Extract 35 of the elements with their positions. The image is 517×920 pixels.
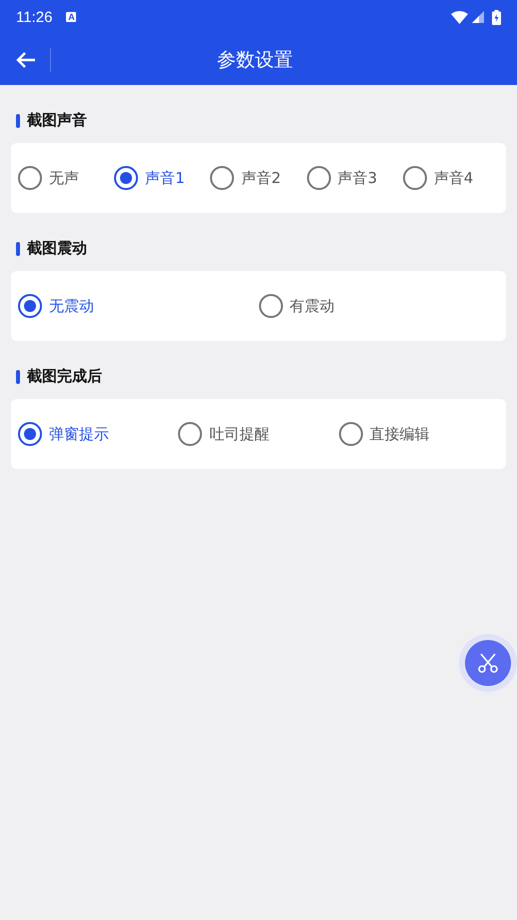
- option-label: 吐司提醒: [209, 424, 270, 444]
- radio-button[interactable]: [210, 166, 234, 190]
- option-label: 声音1: [145, 168, 185, 188]
- option-label: 直接编辑: [370, 424, 430, 444]
- option-label: 声音4: [434, 168, 474, 188]
- radio-button[interactable]: [18, 422, 42, 446]
- section-title: 截图完成后: [27, 367, 102, 386]
- option-label: 声音3: [338, 168, 378, 188]
- page-title: 参数设置: [216, 48, 294, 72]
- radio-button[interactable]: [402, 166, 427, 190]
- radio-button[interactable]: [18, 166, 42, 190]
- radio-button[interactable]: [306, 166, 331, 190]
- option-label: 无震动: [49, 296, 94, 316]
- option-label: 声音2: [241, 168, 281, 188]
- battery-icon: [492, 10, 501, 24]
- radio-button[interactable]: [258, 294, 282, 318]
- section-marker: [16, 370, 20, 384]
- section-marker: [16, 242, 20, 256]
- radio-button[interactable]: [18, 294, 42, 318]
- back-arrow-icon: [16, 50, 36, 68]
- status-time: 11:26: [16, 8, 52, 26]
- section-title: 截图震动: [27, 239, 87, 258]
- notification-badge: A: [66, 12, 76, 22]
- section-title: 截图声音: [27, 111, 87, 130]
- option-label: 弹窗提示: [49, 424, 109, 444]
- scissors-icon: [477, 653, 499, 673]
- option-label: 有震动: [290, 296, 334, 316]
- wifi-icon: [451, 10, 468, 24]
- radio-button[interactable]: [338, 422, 363, 446]
- radio-button[interactable]: [178, 422, 202, 446]
- option-label: 无声: [49, 168, 79, 188]
- section-marker: [16, 114, 20, 128]
- signal-icon: [472, 11, 484, 23]
- screenshot-button[interactable]: [465, 640, 511, 686]
- radio-button[interactable]: [114, 166, 138, 190]
